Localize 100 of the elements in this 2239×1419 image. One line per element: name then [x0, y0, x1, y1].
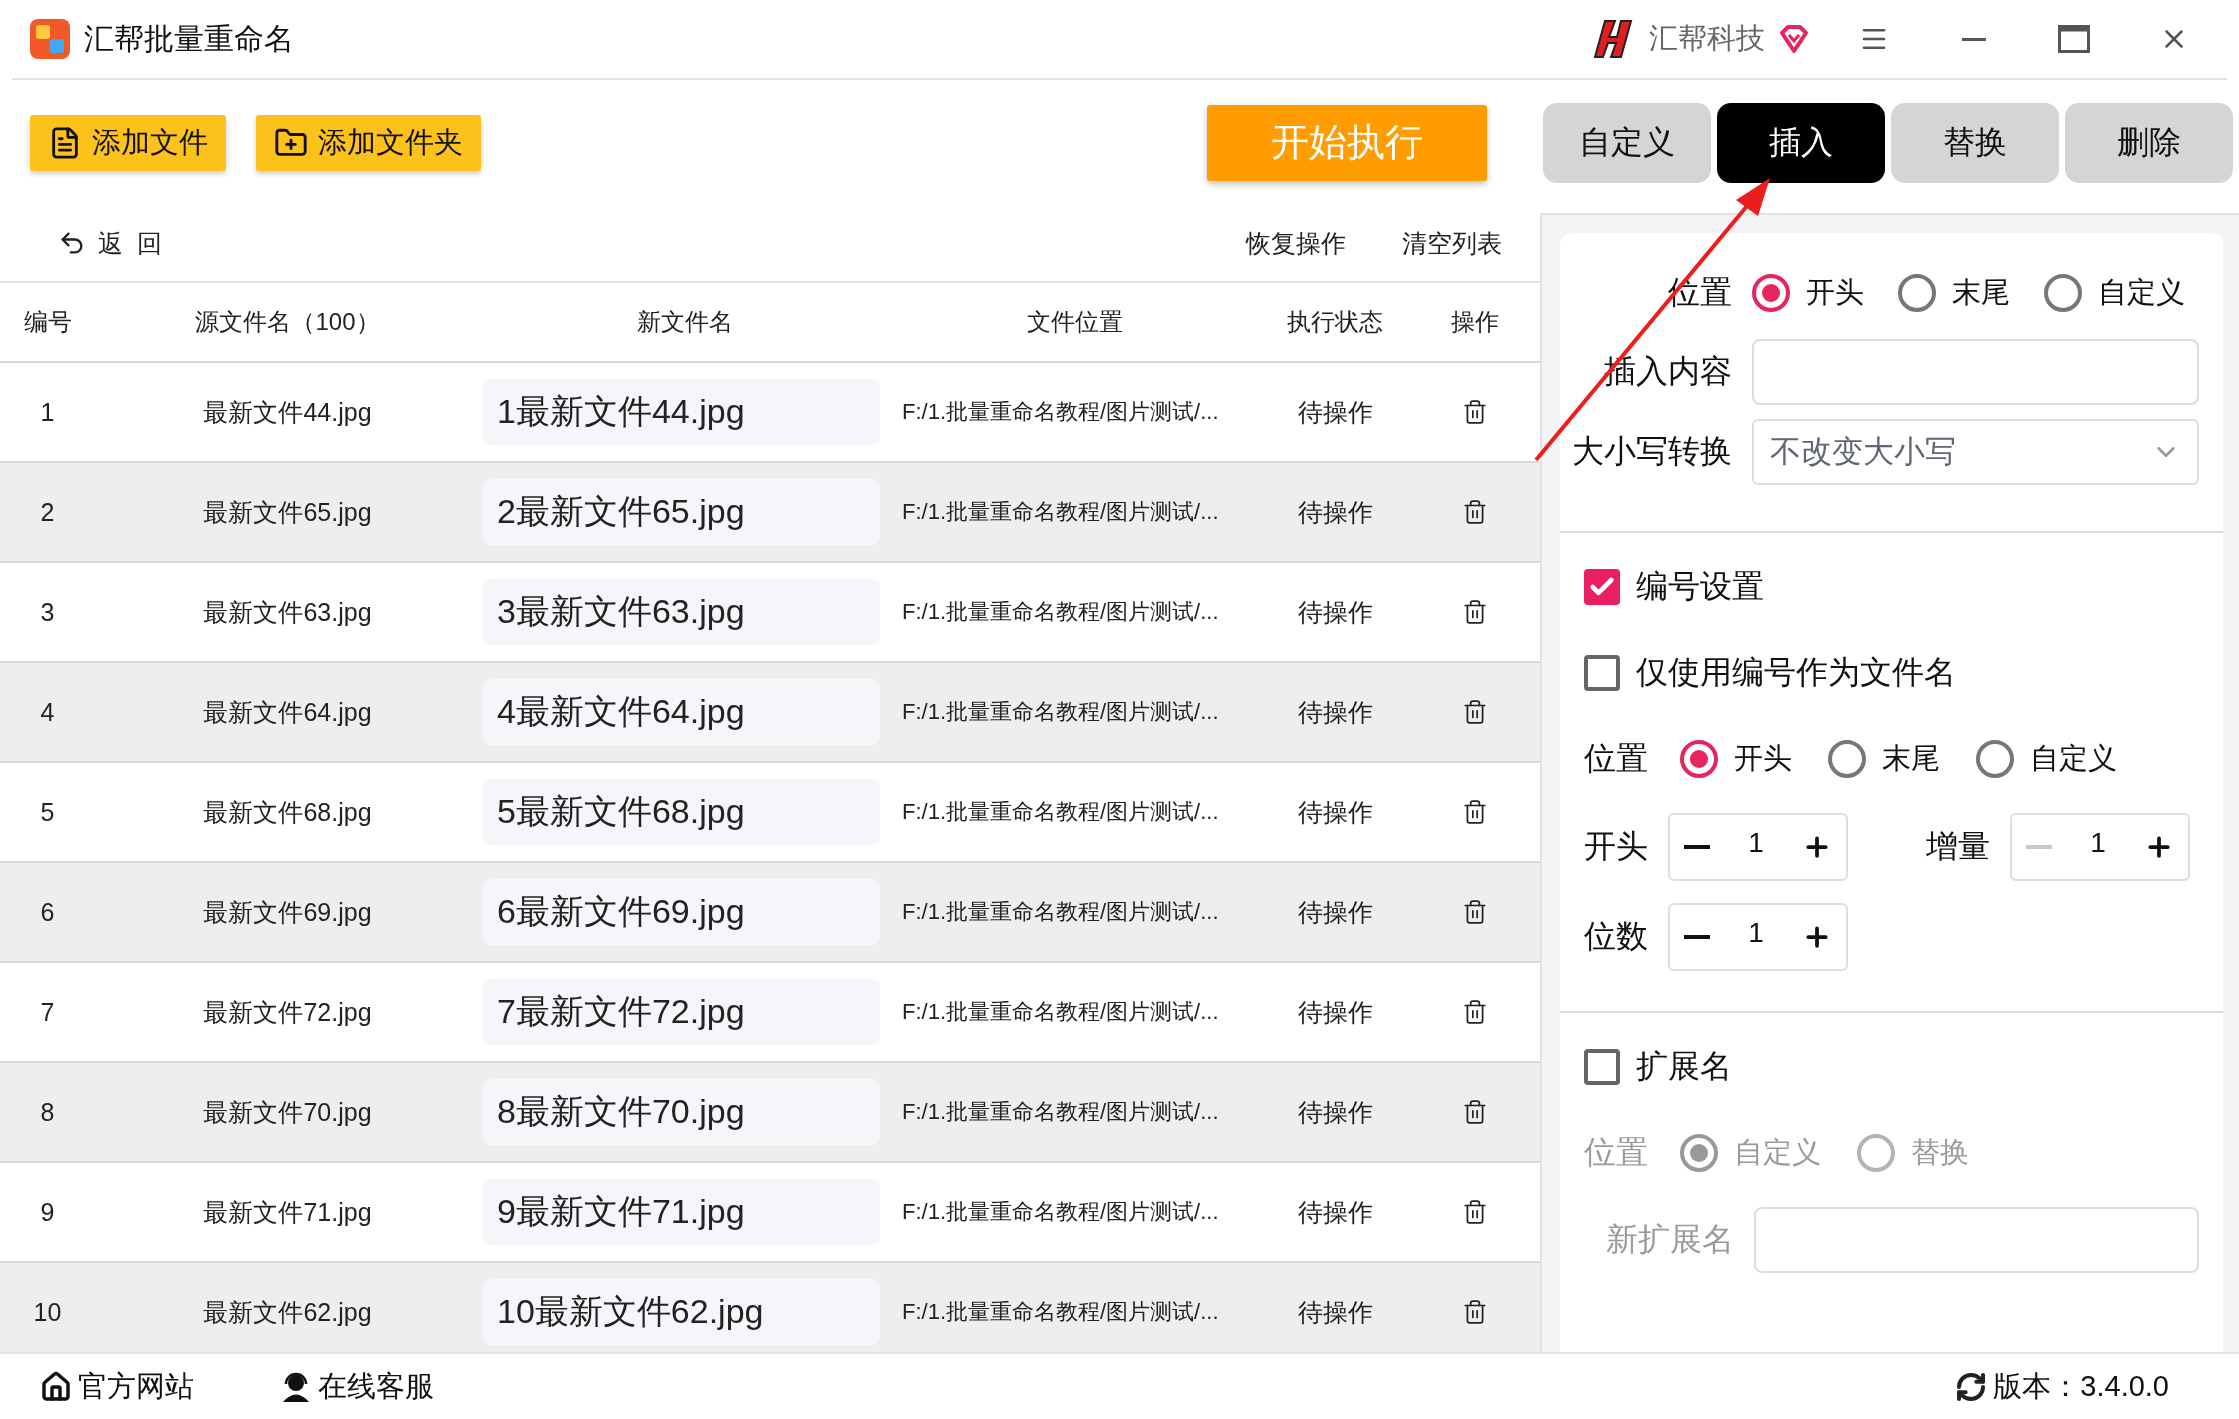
field-label: 增量 — [1926, 827, 1990, 866]
table-cell-text: 3 — [39, 597, 56, 627]
website-link[interactable]: 官方网站 — [40, 1366, 194, 1407]
delete-icon[interactable] — [1462, 1199, 1488, 1225]
table-cell-text: F:/1.批量重命名教程/图片测试/... — [901, 1098, 1220, 1126]
mode-tab[interactable]: 删除 — [2065, 102, 2233, 183]
table-cell-text: 1 — [39, 397, 56, 427]
column-header: 编号 — [22, 307, 73, 337]
new-name-field[interactable]: 9最新文件71.jpg — [483, 1179, 880, 1245]
table-cell-text: 最新文件65.jpg — [202, 496, 373, 528]
delete-icon[interactable] — [1462, 599, 1488, 625]
maximize-icon — [2058, 25, 2090, 53]
table-cell-text: 待操作 — [1296, 996, 1374, 1028]
brand-logo-icon — [1591, 17, 1635, 61]
column-header: 新文件名 — [636, 307, 734, 337]
field-label: 位数 — [1584, 917, 1648, 956]
table-cell-text: 10 — [32, 1297, 63, 1327]
new-name-field[interactable]: 4最新文件64.jpg — [483, 679, 880, 745]
stepper-value: 1 — [1748, 827, 1764, 859]
radio-option[interactable]: 开头 — [1752, 273, 1864, 313]
mode-tab[interactable]: 插入 — [1717, 102, 1885, 183]
gem-icon — [1779, 24, 1809, 54]
table-cell-text: 待操作 — [1296, 1296, 1374, 1328]
case-dropdown[interactable]: 不改变大小写 — [1752, 419, 2199, 485]
delete-icon[interactable] — [1462, 799, 1488, 825]
table-cell-text: 待操作 — [1296, 796, 1374, 828]
radio-option[interactable]: 自定义 — [1976, 739, 2117, 779]
table-cell-text: 待操作 — [1296, 896, 1374, 928]
new-name-field[interactable]: 10最新文件62.jpg — [483, 1279, 880, 1345]
insert-content-field[interactable] — [1752, 339, 2199, 405]
table-cell-text: 待操作 — [1296, 396, 1374, 428]
column-header: 执行状态 — [1286, 307, 1384, 337]
delete-icon[interactable] — [1462, 399, 1488, 425]
table-cell-text: 最新文件69.jpg — [202, 896, 373, 928]
clear-list-link[interactable]: 清空列表 — [1394, 226, 1510, 260]
table-cell-text: 4 — [39, 697, 56, 727]
delete-icon[interactable] — [1462, 899, 1488, 925]
new-name-field[interactable]: 8最新文件70.jpg — [483, 1079, 880, 1145]
table-cell-text: 最新文件72.jpg — [202, 996, 373, 1028]
mode-tab[interactable]: 自定义 — [1543, 102, 1711, 183]
number-stepper[interactable]: 1 — [1668, 903, 1848, 971]
table-cell-text: 2 — [39, 497, 56, 527]
toolbar-button[interactable]: 添加文件 — [30, 114, 226, 171]
field-label: 位置 — [1584, 1133, 1648, 1172]
table-cell-text: 最新文件62.jpg — [202, 1296, 373, 1328]
table-cell-text: F:/1.批量重命名教程/图片测试/... — [901, 1198, 1220, 1226]
table-cell-text: 待操作 — [1296, 596, 1374, 628]
delete-icon[interactable] — [1462, 1099, 1488, 1125]
table-cell-text: 待操作 — [1296, 1196, 1374, 1228]
field-label: 大小写转换 — [1571, 432, 1732, 471]
delete-icon[interactable] — [1462, 999, 1488, 1025]
table-cell-text: 最新文件70.jpg — [202, 1096, 373, 1128]
table-cell-text: F:/1.批量重命名教程/图片测试/... — [901, 998, 1220, 1026]
table-cell-text: 待操作 — [1296, 496, 1374, 528]
new-name-field[interactable]: 7最新文件72.jpg — [483, 979, 880, 1045]
checkbox[interactable]: 仅使用编号作为文件名 — [1584, 651, 1956, 695]
table-cell-text: F:/1.批量重命名教程/图片测试/... — [901, 398, 1220, 426]
toolbar-button[interactable]: 添加文件夹 — [256, 114, 481, 171]
brand-name: 汇帮科技 — [1649, 21, 1765, 56]
column-header: 源文件名（100） — [194, 307, 381, 337]
table-cell-text: 最新文件68.jpg — [202, 796, 373, 828]
refresh-icon[interactable] — [1955, 1370, 1988, 1403]
table-cell-text: 最新文件71.jpg — [202, 1196, 373, 1228]
stepper-value: 1 — [1748, 917, 1764, 949]
table-cell-text: 7 — [39, 997, 56, 1027]
table-cell-text: F:/1.批量重命名教程/图片测试/... — [901, 698, 1220, 726]
number-stepper[interactable]: 1 — [2010, 813, 2190, 881]
minus-icon — [1684, 845, 1710, 849]
checkbox[interactable]: 扩展名 — [1584, 1045, 1732, 1089]
delete-icon[interactable] — [1462, 499, 1488, 525]
table-cell-text: 最新文件44.jpg — [202, 396, 373, 428]
delete-icon[interactable] — [1462, 1299, 1488, 1325]
support-link[interactable]: 在线客服 — [280, 1366, 434, 1407]
radio-option[interactable]: 开头 — [1680, 739, 1792, 779]
new-name-field[interactable]: 5最新文件68.jpg — [483, 779, 880, 845]
window-title: 汇帮批量重命名 — [84, 20, 295, 57]
new-name-field[interactable]: 6最新文件69.jpg — [483, 879, 880, 945]
column-header: 操作 — [1450, 307, 1500, 337]
field-label: 位置 — [1584, 739, 1648, 778]
version-label: 版本：3.4.0.0 — [1993, 1368, 2169, 1404]
home-icon — [40, 1370, 72, 1403]
undo-link[interactable]: 恢复操作 — [1238, 226, 1354, 260]
new-name-field[interactable]: 3最新文件63.jpg — [483, 579, 880, 645]
column-header: 文件位置 — [1026, 307, 1124, 337]
delete-icon[interactable] — [1462, 699, 1488, 725]
radio-option[interactable]: 末尾 — [1828, 739, 1940, 779]
mode-tab[interactable]: 替换 — [1891, 102, 2059, 183]
field-label: 新扩展名 — [1605, 1220, 1734, 1259]
radio-option[interactable]: 末尾 — [1898, 273, 2010, 313]
table-cell-text: 待操作 — [1296, 1096, 1374, 1128]
table-cell-text: 8 — [39, 1097, 56, 1127]
radio-option[interactable]: 自定义 — [2044, 273, 2185, 313]
stepper-value: 1 — [2090, 827, 2106, 859]
checkbox[interactable]: 编号设置 — [1584, 565, 1764, 609]
app-logo-icon — [30, 19, 70, 59]
new-name-field[interactable]: 1最新文件44.jpg — [483, 379, 880, 445]
new-name-field[interactable]: 2最新文件65.jpg — [483, 479, 880, 545]
number-stepper[interactable]: 1 — [1668, 813, 1848, 881]
table-cell-text: F:/1.批量重命名教程/图片测试/... — [901, 598, 1220, 626]
back-link[interactable]: 返 回 — [50, 226, 170, 260]
